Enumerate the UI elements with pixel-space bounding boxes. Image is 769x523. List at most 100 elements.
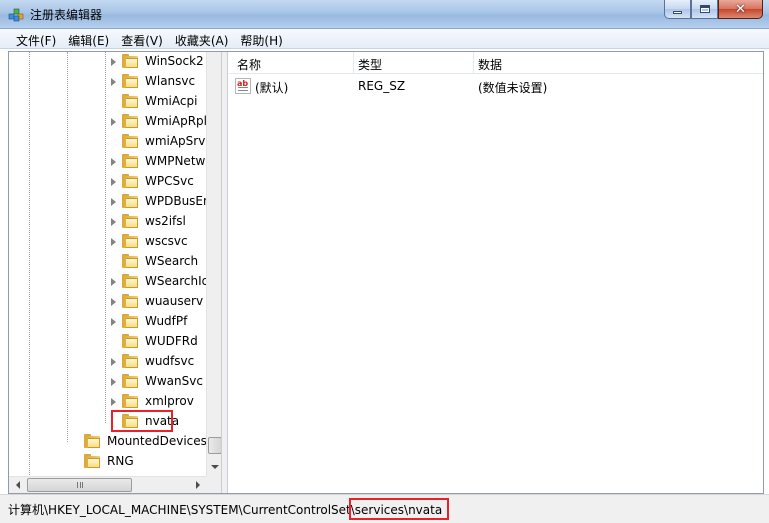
- tree-item[interactable]: WPCSvc: [101, 171, 194, 191]
- tree-item[interactable]: Wlansvc: [101, 71, 195, 91]
- column-type[interactable]: 类型: [358, 56, 382, 73]
- folder-icon: [122, 154, 139, 168]
- title-bar[interactable]: 注册表编辑器 ✕: [0, 0, 769, 29]
- folder-icon: [122, 74, 139, 88]
- tree-item[interactable]: WSearch: [101, 251, 198, 271]
- tree-item[interactable]: WwanSvc: [101, 371, 203, 391]
- tree-item[interactable]: WmiApRpl: [101, 111, 207, 131]
- tree-item-label: MountedDevices: [107, 434, 207, 448]
- folder-icon: [122, 54, 139, 68]
- menu-edit[interactable]: 编辑(E): [62, 29, 115, 49]
- string-value-icon: ab: [235, 78, 251, 94]
- expand-arrow-icon[interactable]: [109, 117, 118, 126]
- values-list[interactable]: 名称 类型 数据 ab (默认) REG_SZ (数值未设置): [229, 52, 763, 493]
- expand-arrow-icon[interactable]: [109, 77, 118, 86]
- tree-horizontal-scrollbar[interactable]: [9, 476, 221, 493]
- close-icon: ✕: [735, 1, 746, 17]
- expand-arrow-icon[interactable]: [109, 377, 118, 386]
- scrollbar-corner: [206, 476, 221, 493]
- horizontal-scroll-thumb[interactable]: [27, 478, 132, 492]
- list-item[interactable]: ab (默认) REG_SZ (数值未设置): [229, 76, 763, 96]
- close-button[interactable]: ✕: [718, 0, 763, 19]
- tree-item[interactable]: RNG: [71, 451, 134, 471]
- tree-guide-line: [67, 52, 68, 442]
- maximize-button[interactable]: [691, 0, 718, 19]
- folder-icon: [122, 254, 139, 268]
- scroll-thumb[interactable]: [208, 437, 221, 454]
- tree-item-label: wudfsvc: [145, 354, 195, 368]
- grip-icon: [76, 482, 83, 488]
- expand-arrow-icon[interactable]: [109, 357, 118, 366]
- expand-arrow-icon[interactable]: [109, 177, 118, 186]
- column-divider[interactable]: [473, 52, 474, 74]
- expand-arrow-icon[interactable]: [109, 217, 118, 226]
- registry-tree[interactable]: WinSock2 Wlansvc WmiAcpi WmiApRpl wmiApSrv WM…: [9, 52, 222, 493]
- tree-vertical-scrollbar[interactable]: [206, 52, 221, 476]
- tree-item-label: ws2ifsl: [145, 214, 186, 228]
- tree-item[interactable]: WUDFRd: [101, 331, 198, 351]
- tree-item[interactable]: xmlprov: [101, 391, 194, 411]
- scroll-left-icon[interactable]: [9, 477, 26, 493]
- tree-guide-line: [29, 52, 30, 493]
- tree-item[interactable]: WinSock2: [101, 52, 204, 71]
- tree-item-label: RNG: [107, 454, 134, 468]
- tree-item[interactable]: wscsvc: [101, 231, 188, 251]
- value-data: (数值未设置): [478, 81, 548, 95]
- expand-arrow-icon[interactable]: [109, 157, 118, 166]
- tree-item-label: wscsvc: [145, 234, 188, 248]
- expand-arrow-icon[interactable]: [109, 237, 118, 246]
- menu-favorites[interactable]: 收藏夹(A): [169, 29, 235, 49]
- folder-icon: [122, 94, 139, 108]
- tree-item[interactable]: wmiApSrv: [101, 131, 205, 151]
- scroll-down-icon[interactable]: [207, 458, 221, 475]
- menu-file[interactable]: 文件(F): [10, 29, 62, 49]
- tree-item[interactable]: WPDBusEnu: [101, 191, 218, 211]
- folder-icon: [122, 274, 139, 288]
- menu-help[interactable]: 帮助(H): [234, 29, 288, 49]
- pane-splitter[interactable]: [222, 52, 228, 493]
- tree-item-label: wuauserv: [145, 294, 204, 308]
- tree-item[interactable]: WMPNetwo: [101, 151, 213, 171]
- tree-item[interactable]: wuauserv: [101, 291, 203, 311]
- expand-arrow-icon[interactable]: [109, 317, 118, 326]
- folder-icon: [122, 114, 139, 128]
- value-name: (默认): [255, 81, 289, 95]
- tree-item-label: WmiAcpi: [145, 94, 198, 108]
- expand-arrow-icon[interactable]: [109, 397, 118, 406]
- window-title: 注册表编辑器: [30, 8, 103, 22]
- column-data[interactable]: 数据: [478, 56, 502, 73]
- menu-view[interactable]: 查看(V): [115, 29, 169, 49]
- tree-item-label: WUDFRd: [145, 334, 198, 348]
- folder-icon: [122, 234, 139, 248]
- tree-item-label: WPCSvc: [145, 174, 194, 188]
- list-header: 名称 类型 数据: [229, 52, 763, 74]
- tree-item[interactable]: WSearchIdx: [101, 271, 216, 291]
- expand-arrow-icon[interactable]: [109, 197, 118, 206]
- tree-item[interactable]: wudfsvc: [101, 351, 194, 371]
- expand-arrow-icon[interactable]: [109, 277, 118, 286]
- tree-item-label: WmiApRpl: [145, 114, 208, 128]
- expand-arrow-icon[interactable]: [109, 297, 118, 306]
- regedit-icon: [8, 8, 24, 22]
- main-frame: WinSock2 Wlansvc WmiAcpi WmiApRpl wmiApSrv WM…: [8, 51, 764, 494]
- folder-icon: [84, 454, 101, 468]
- tree-item[interactable]: WudfPf: [101, 311, 187, 331]
- folder-icon: [122, 194, 139, 208]
- expand-arrow-icon[interactable]: [109, 57, 118, 66]
- folder-icon: [122, 354, 139, 368]
- maximize-icon: [699, 5, 710, 13]
- tree-item[interactable]: ws2ifsl: [101, 211, 186, 231]
- column-name[interactable]: 名称: [237, 56, 261, 73]
- tree-item-label: wmiApSrv: [145, 134, 206, 148]
- minimize-icon: [673, 10, 682, 14]
- tree-item[interactable]: WmiAcpi: [101, 91, 197, 111]
- column-divider[interactable]: [353, 52, 354, 74]
- tree-item-label: Wlansvc: [145, 74, 196, 88]
- tree-item[interactable]: MountedDevices: [71, 431, 207, 451]
- scroll-right-icon[interactable]: [189, 477, 206, 493]
- minimize-button[interactable]: [664, 0, 691, 19]
